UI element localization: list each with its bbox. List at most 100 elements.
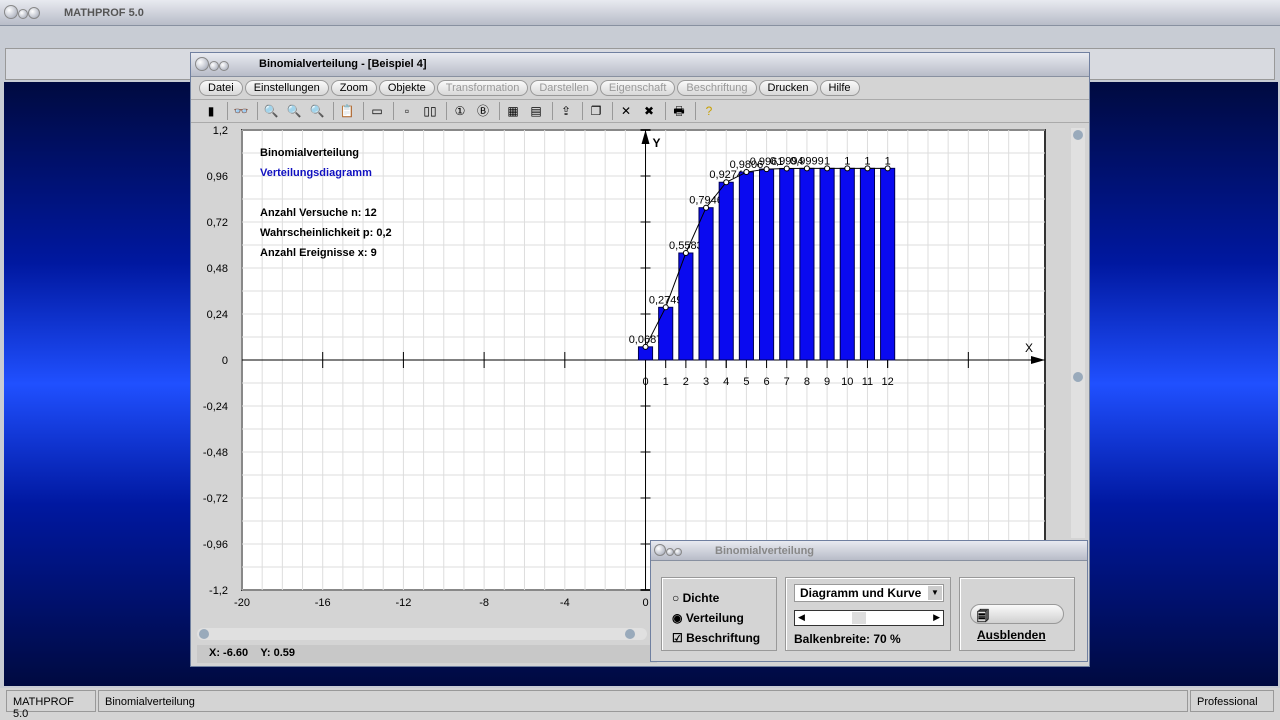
double-cross-icon[interactable]: ✖ [639,102,659,120]
bar [839,167,855,361]
display-mode-select[interactable]: Diagramm und Kurve ▼ [794,584,944,602]
box-icon[interactable]: ▫ [397,102,417,120]
app-titlebar: MATHPROF 5.0 [0,0,1280,26]
y-tick-label: 0,24 [207,309,228,321]
x-tick-label: -16 [315,597,331,609]
menu-zoom[interactable]: Zoom [330,80,377,96]
y-tick-label: 1,2 [213,126,228,137]
curve-point [723,179,730,186]
bar [718,181,734,361]
chevron-down-icon[interactable]: ▼ [928,586,942,600]
status-module: Binomialverteilung [98,690,1188,712]
coordinate-readout: X: -6.60 Y: 0.59 [197,645,657,663]
toolbar-separator [333,102,334,120]
window-icon[interactable]: ▮ [201,102,221,120]
slider-thumb[interactable] [852,612,866,624]
x-category-label: 12 [882,376,894,388]
zoom-in-icon[interactable]: 🔍 [307,102,327,120]
print-icon[interactable]: 🖶 [669,102,689,120]
layout-icon[interactable]: ▭ [367,102,387,120]
zoom-out-icon[interactable]: 🔍 [261,102,281,120]
window-title: Binomialverteilung - [Beispiel 4] [259,58,427,70]
x-coordinate: X: -6.60 [209,647,249,659]
menu-beschriftung[interactable]: Beschriftung [677,80,757,96]
calc-icon[interactable]: ▤ [526,102,546,120]
window-controls-icon[interactable] [4,5,40,22]
vertical-scrollbar[interactable] [1071,128,1085,538]
double-box-icon[interactable]: ▯▯ [420,102,440,120]
table-icon[interactable]: ▦ [503,102,523,120]
main-window-titlebar[interactable]: Binomialverteilung - [Beispiel 4] [191,53,1089,77]
curve-point [783,165,790,172]
y-tick-label: -0,96 [203,539,228,551]
copy-icon[interactable]: ❐ [586,102,606,120]
zoom-reset-icon[interactable]: 🔍 [284,102,304,120]
toolbar-separator [363,102,364,120]
circle-b-icon[interactable]: Ⓑ [473,102,493,120]
dialog-titlebar[interactable]: Binomialverteilung [651,541,1087,561]
y-tick-label: 0 [222,355,228,367]
hide-icon: 🗐 [977,609,989,623]
bar [658,306,674,361]
menu-objekte[interactable]: Objekte [378,80,435,96]
curve-point [864,165,871,172]
toolbar-separator [257,102,258,120]
x-category-label: 8 [804,376,810,388]
x-category-label: 11 [862,376,873,388]
arrow-right-icon[interactable]: ▶ [933,612,940,623]
arrow-left-icon[interactable]: ◀ [798,612,805,623]
app-title: MATHPROF 5.0 [64,7,144,19]
bar [880,167,896,361]
bar [698,207,714,361]
export-icon[interactable]: ⇪ [556,102,576,120]
curve-point [682,249,689,256]
toolbar-separator [695,102,696,120]
menu-hilfe[interactable]: Hilfe [819,80,860,96]
curve-point [642,343,649,350]
x-category-label: 2 [683,376,689,388]
x-category-label: 7 [784,376,790,388]
hide-panel: 🗐 Ausblenden [959,577,1075,651]
radio-verteilung[interactable]: ◉ Verteilung [672,608,760,628]
menu-drucken[interactable]: Drucken [758,80,818,96]
glasses-icon[interactable]: 👓 [231,102,251,120]
menu-darstellen[interactable]: Darstellen [530,80,598,96]
hide-button-label: Ausblenden [977,628,1046,642]
y-coordinate: Y: 0.59 [260,647,296,659]
checkbox-beschriftung[interactable]: ☑ Beschriftung [672,628,760,648]
radio-verteilung-label: Verteilung [685,611,744,625]
bar-width-slider[interactable]: ◀ ▶ [794,610,944,626]
hide-button[interactable]: 🗐 Ausblenden [970,604,1064,642]
toolbar-separator [499,102,500,120]
x-tick-label: -8 [479,597,489,609]
help-icon[interactable]: ? [699,102,719,120]
circle-1-icon[interactable]: ① [450,102,470,120]
cross-icon[interactable]: ✕ [616,102,636,120]
select-value: Diagramm und Kurve [800,586,922,600]
menu-transformation[interactable]: Transformation [436,80,529,96]
menu-einstellungen[interactable]: Einstellungen [244,80,329,96]
window-controls-icon[interactable] [195,57,229,74]
bar [819,167,835,361]
checkbox-label: Beschriftung [686,631,761,645]
x-tick-label: -20 [234,597,250,609]
bar [779,167,795,361]
x-category-label: 10 [841,376,853,388]
bar [859,167,876,361]
properties-icon[interactable]: 📋 [337,102,357,120]
dialog-title: Binomialverteilung [715,545,815,557]
toolbar-separator [612,102,613,120]
menu-eigenschaft[interactable]: Eigenschaft [599,80,676,96]
bar [799,167,815,361]
y-tick-label: 0,72 [207,217,228,229]
display-panel: Diagramm und Kurve ▼ ◀ ▶ Balkenbreite: 70 … [785,577,951,651]
curve-point [662,304,669,311]
radio-dichte[interactable]: ○ Dichte [672,588,760,608]
horizontal-scrollbar[interactable] [197,628,647,640]
bar [759,168,775,361]
window-controls-icon[interactable] [654,544,682,559]
menu-datei[interactable]: Datei [199,80,243,96]
toolbar-separator [552,102,553,120]
y-tick-label: -0,24 [203,401,228,413]
status-bar: MATHPROF 5.0 Binomialverteilung Professi… [0,688,1280,720]
